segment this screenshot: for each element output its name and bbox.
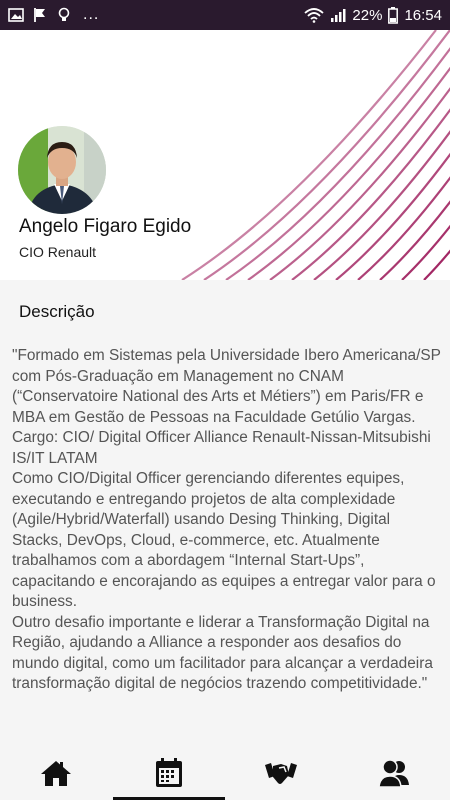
profile-role: CIO Renault	[19, 244, 97, 260]
people-icon	[377, 758, 410, 793]
section-title: Descrição	[19, 302, 95, 321]
stripe-line	[203, 30, 450, 280]
lightbulb-icon	[56, 7, 72, 23]
image-icon	[8, 8, 24, 22]
battery-percent: 22%	[352, 6, 383, 24]
signal-icon	[330, 7, 346, 23]
stripe-line	[269, 87, 450, 280]
status-bar: ... 22% 16:54	[0, 0, 450, 30]
status-right: 22% 16:54	[304, 6, 442, 24]
nav-people[interactable]	[338, 750, 450, 800]
description-text: "Formado em Sistemas pela Universidade I…	[12, 347, 441, 692]
wifi-icon	[304, 7, 325, 23]
profile-name: Angelo Figaro Egido	[19, 216, 192, 237]
check-flag-icon	[33, 7, 47, 23]
home-icon	[40, 759, 72, 792]
status-left: ...	[8, 6, 99, 24]
handshake-icon	[264, 760, 298, 791]
nav-home[interactable]	[0, 750, 113, 800]
calendar-icon	[155, 757, 183, 793]
profile-header: Angelo Figaro Egido CIO Renault	[0, 30, 450, 280]
nav-calendar[interactable]	[112, 750, 226, 800]
bottom-nav	[0, 750, 450, 800]
clock: 16:54	[404, 6, 442, 24]
nav-partners[interactable]	[225, 750, 338, 800]
avatar	[18, 126, 106, 214]
stripe-line	[401, 224, 450, 280]
more-notifications: ...	[83, 6, 100, 23]
battery-icon	[388, 6, 399, 24]
